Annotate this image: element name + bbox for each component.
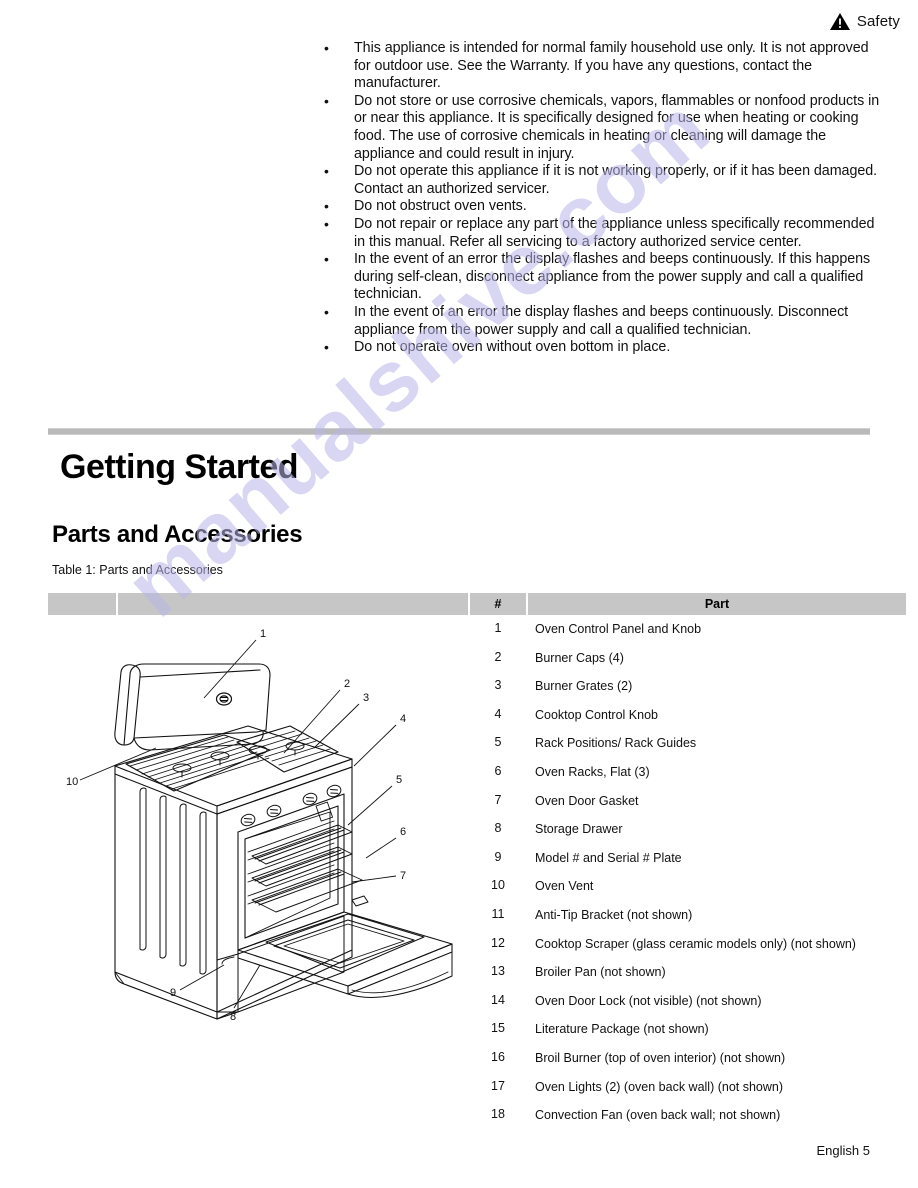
- safety-bullet-text: Do not obstruct oven vents.: [354, 198, 527, 215]
- part-number: 14: [491, 992, 505, 1007]
- part-number: 7: [494, 792, 502, 807]
- bullet-marker: •: [324, 40, 329, 56]
- safety-bullet-text: Do not repair or replace any part of the…: [354, 215, 875, 250]
- bullet-marker: •: [324, 303, 329, 320]
- part-name: Storage Drawer: [535, 822, 623, 837]
- safety-bullet-text: Do not store or use corrosive chemicals,…: [354, 92, 880, 162]
- bullet-marker: •: [324, 163, 329, 180]
- figure-callout-5: 5: [396, 774, 402, 786]
- figure-callout-8: 8: [230, 1011, 236, 1023]
- part-name: Burner Grates (2): [535, 679, 633, 694]
- column-header-figure-main: [117, 593, 470, 615]
- safety-bullet-text: This appliance is intended for normal fa…: [354, 40, 869, 92]
- column-header-number: #: [469, 593, 528, 615]
- safety-bullet-text: Do not operate oven without oven bottom …: [354, 339, 671, 356]
- part-name: Oven Vent: [535, 879, 594, 894]
- figure-callout-9: 9: [170, 987, 176, 999]
- part-number: 1: [494, 621, 502, 635]
- page-header: Safety: [829, 12, 900, 31]
- list-item: • Do not repair or replace any part of t…: [322, 216, 882, 251]
- part-number: 9: [494, 849, 502, 864]
- part-number: 18: [491, 1107, 505, 1122]
- part-number: 11: [491, 906, 505, 921]
- bullet-marker: •: [324, 215, 329, 232]
- part-name: Oven Door Lock (not visible) (not shown): [535, 993, 762, 1008]
- list-item: • This appliance is intended for normal …: [322, 40, 882, 93]
- list-item: • In the event of an error the display f…: [322, 304, 882, 339]
- bullet-marker: •: [324, 339, 329, 356]
- list-item: • Do not store or use corrosive chemical…: [322, 93, 882, 163]
- safety-bullet-text: In the event of an error the display fla…: [354, 303, 849, 338]
- part-number: 3: [494, 678, 502, 693]
- figure-callout-1: 1: [260, 628, 266, 640]
- figure-callout-2: 2: [344, 678, 350, 690]
- part-number: 17: [491, 1078, 505, 1093]
- bullet-marker: •: [324, 198, 329, 215]
- column-header-part: Part: [527, 593, 906, 615]
- gas-range-parts-illustration: 1 2 3 4 5 6 7 8 9 10: [52, 620, 472, 1040]
- part-number: 5: [494, 735, 502, 750]
- part-number: 8: [494, 821, 502, 836]
- figure-callout-7: 7: [400, 870, 406, 882]
- bullet-marker: •: [324, 92, 329, 109]
- chapter-title: Getting Started: [60, 448, 299, 486]
- list-item: • Do not operate oven without oven botto…: [322, 339, 882, 357]
- table-header-row: # Part: [48, 593, 906, 615]
- bullet-marker: •: [324, 251, 329, 268]
- part-number: 13: [491, 964, 505, 979]
- safety-bullet-text: In the event of an error the display fla…: [354, 251, 871, 303]
- safety-bullet-text: Do not operate this appliance if it is n…: [354, 163, 878, 197]
- part-name: Oven Racks, Flat (3): [535, 764, 650, 779]
- part-number: 6: [494, 763, 502, 778]
- figure-callout-10: 10: [66, 776, 78, 788]
- section-title: Parts and Accessories: [52, 521, 303, 548]
- table-caption: Table 1: Parts and Accessories: [52, 563, 223, 577]
- part-name: Cooktop Scraper (glass ceramic models on…: [535, 936, 856, 951]
- list-item: • In the event of an error the display f…: [322, 251, 882, 304]
- part-number: 12: [491, 935, 505, 950]
- part-name: Burner Caps (4): [535, 650, 624, 665]
- part-number: 4: [494, 706, 502, 721]
- part-name: Anti-Tip Bracket (not shown): [535, 907, 693, 922]
- column-header-figure-left: [48, 593, 118, 615]
- page-header-label: Safety: [856, 13, 900, 30]
- part-number: 10: [491, 878, 505, 893]
- part-name: Cooktop Control Knob: [535, 707, 658, 722]
- part-name: Oven Lights (2) (oven back wall) (not sh…: [535, 1079, 784, 1094]
- page-footer: English 5: [816, 1143, 870, 1158]
- figure-callout-3: 3: [363, 692, 369, 704]
- part-name: Convection Fan (oven back wall; not show…: [535, 1108, 781, 1123]
- part-name: Rack Positions/ Rack Guides: [535, 736, 697, 751]
- part-name: Broil Burner (top of oven interior) (not…: [535, 1050, 786, 1065]
- list-item: • Do not operate this appliance if it is…: [322, 163, 882, 198]
- figure-callout-6: 6: [400, 826, 406, 838]
- part-name: Oven Control Panel and Knob: [535, 622, 702, 636]
- part-name: Model # and Serial # Plate: [535, 850, 682, 865]
- safety-bullet-list: • This appliance is intended for normal …: [322, 40, 882, 357]
- part-name: Broiler Pan (not shown): [535, 965, 666, 980]
- part-number: 16: [491, 1049, 505, 1064]
- warning-triangle-icon: [829, 12, 851, 31]
- part-number: 2: [494, 649, 502, 664]
- figure-callout-4: 4: [400, 713, 406, 725]
- part-number: 15: [491, 1021, 505, 1036]
- section-divider: [48, 428, 870, 435]
- list-item: • Do not obstruct oven vents.: [322, 198, 882, 216]
- part-name: Oven Door Gasket: [535, 793, 639, 808]
- part-name: Literature Package (not shown): [535, 1022, 709, 1037]
